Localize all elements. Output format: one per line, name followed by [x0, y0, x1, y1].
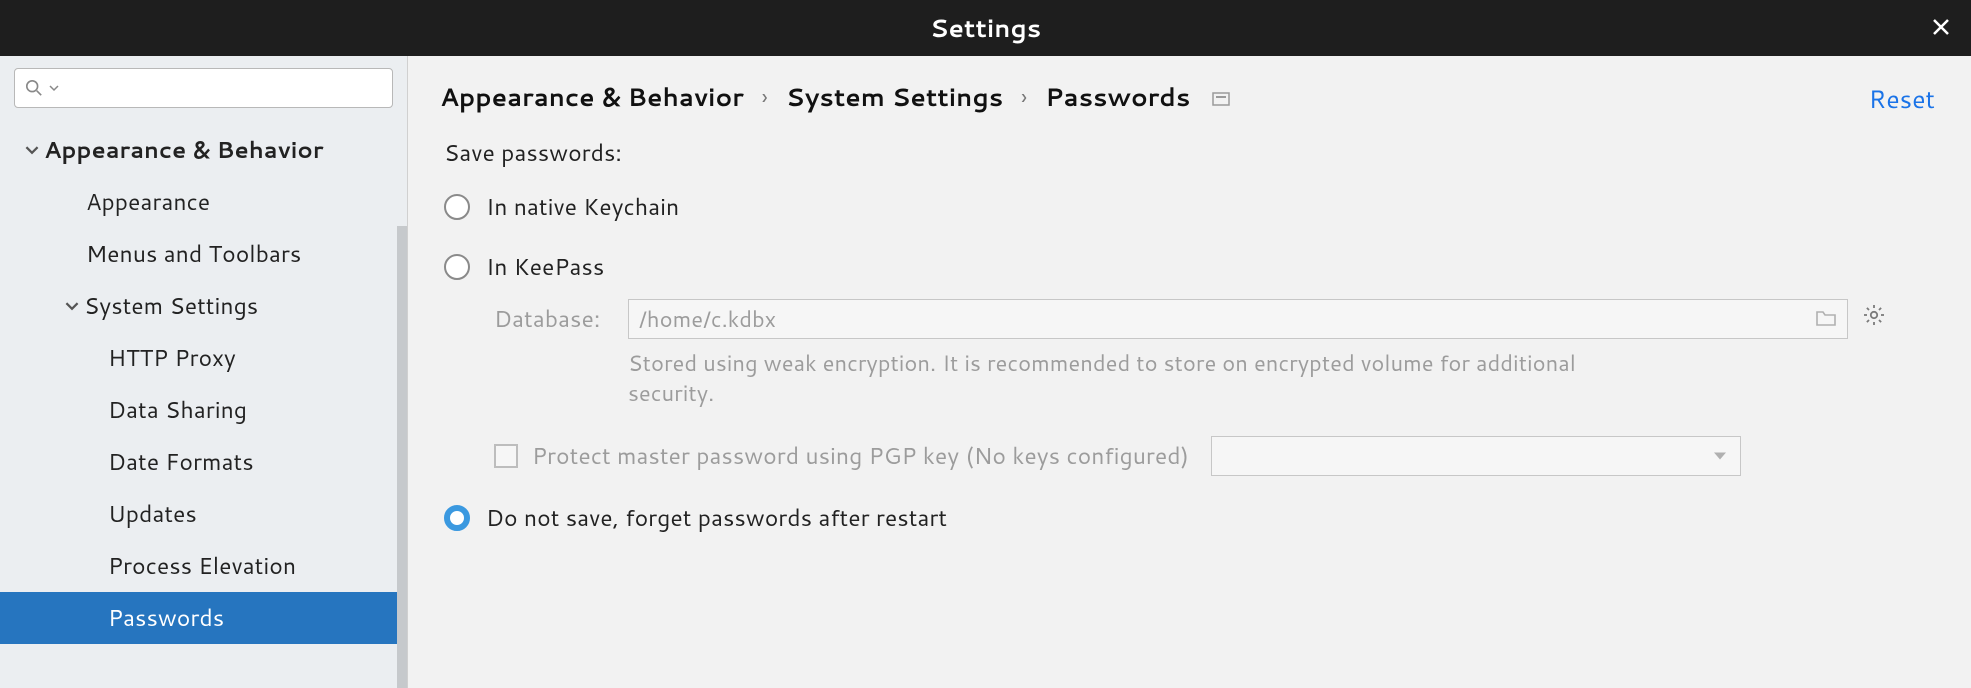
database-path-input[interactable]: /home/c.kdbx — [628, 299, 1848, 339]
sidebar-item-label: Process Elevation — [108, 550, 296, 582]
sidebar-item-label: System Settings — [84, 290, 258, 322]
breadcrumb-part: Passwords — [1045, 80, 1190, 115]
encryption-hint: Stored using weak encryption. It is reco… — [628, 349, 1588, 408]
sidebar-item-appearance[interactable]: Appearance — [0, 176, 407, 228]
breadcrumb: Appearance & Behavior › System Settings … — [408, 56, 1971, 133]
sidebar-item-label: Date Formats — [108, 446, 254, 478]
database-label: Database: — [494, 303, 614, 335]
sidebar-item-label: Menus and Toolbars — [86, 238, 301, 270]
window-title: Settings — [930, 11, 1041, 46]
sidebar-item-http-proxy[interactable]: HTTP Proxy — [0, 332, 407, 384]
pgp-protect-row: Protect master password using PGP key (N… — [494, 436, 1935, 476]
chevron-right-icon: › — [762, 82, 768, 113]
chevron-down-icon — [60, 299, 84, 313]
radio-label: Do not save, forget passwords after rest… — [486, 502, 947, 534]
radio-icon — [444, 194, 470, 220]
sidebar-item-passwords[interactable]: Passwords — [0, 592, 407, 644]
option-do-not-save[interactable]: Do not save, forget passwords after rest… — [444, 502, 1935, 534]
reset-link[interactable]: Reset — [1869, 82, 1935, 117]
gear-icon[interactable] — [1862, 303, 1886, 335]
chevron-right-icon: › — [1021, 82, 1027, 113]
pgp-label: Protect master password using PGP key (N… — [532, 440, 1189, 472]
radio-icon — [444, 254, 470, 280]
sidebar-item-menus-toolbars[interactable]: Menus and Toolbars — [0, 228, 407, 280]
search-icon — [25, 79, 43, 97]
radio-label: In native Keychain — [486, 191, 679, 223]
option-keepass[interactable]: In KeePass — [444, 251, 1935, 283]
chevron-down-icon — [20, 143, 44, 157]
radio-icon — [444, 505, 470, 531]
close-icon[interactable] — [1931, 10, 1951, 46]
option-native-keychain[interactable]: In native Keychain — [444, 191, 1935, 223]
folder-icon[interactable] — [1815, 304, 1837, 335]
sidebar-item-appearance-behavior[interactable]: Appearance & Behavior — [0, 124, 407, 176]
settings-tree: Appearance & Behavior Appearance Menus a… — [0, 118, 407, 688]
sidebar-item-updates[interactable]: Updates — [0, 488, 407, 540]
sidebar-item-label: Updates — [108, 498, 197, 530]
sidebar-item-label: Appearance — [86, 186, 210, 218]
sidebar-item-system-settings[interactable]: System Settings — [0, 280, 407, 332]
database-path-value: /home/c.kdbx — [639, 304, 776, 335]
pgp-key-select[interactable] — [1211, 436, 1741, 476]
scrollbar[interactable] — [397, 226, 407, 688]
search-input[interactable] — [14, 68, 393, 108]
sidebar-item-label: Appearance & Behavior — [44, 134, 324, 166]
sidebar: Appearance & Behavior Appearance Menus a… — [0, 56, 408, 688]
section-label: Save passwords: — [444, 137, 1935, 169]
sidebar-item-label: Passwords — [108, 602, 224, 634]
breadcrumb-part[interactable]: Appearance & Behavior — [440, 80, 744, 115]
chevron-down-icon — [49, 83, 59, 93]
breadcrumb-part[interactable]: System Settings — [786, 80, 1003, 115]
sidebar-item-label: Data Sharing — [108, 394, 247, 426]
sidebar-item-label: HTTP Proxy — [108, 342, 236, 374]
radio-label: In KeePass — [486, 251, 604, 283]
sidebar-item-date-formats[interactable]: Date Formats — [0, 436, 407, 488]
sidebar-item-process-elevation[interactable]: Process Elevation — [0, 540, 407, 592]
keepass-settings: Database: /home/c.kdbx Stored using weak… — [494, 299, 1935, 476]
titlebar: Settings — [0, 0, 1971, 56]
sidebar-item-data-sharing[interactable]: Data Sharing — [0, 384, 407, 436]
search-field[interactable] — [65, 77, 382, 100]
main-panel: Appearance & Behavior › System Settings … — [408, 56, 1971, 688]
project-scope-icon — [1212, 80, 1230, 115]
pgp-checkbox[interactable] — [494, 444, 518, 468]
